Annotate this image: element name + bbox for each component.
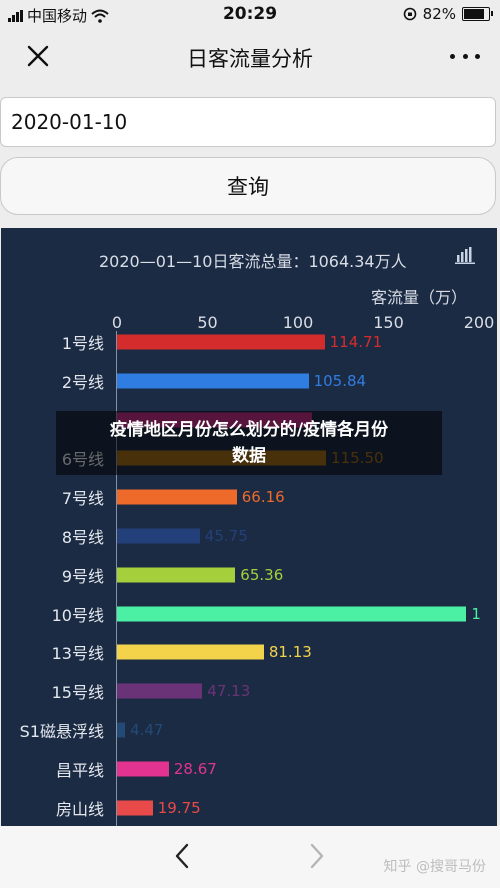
page-title: 日客流量分析 xyxy=(187,47,313,71)
more-icon[interactable] xyxy=(450,54,480,59)
x-tick-label: 0 xyxy=(111,313,123,332)
value-label: 19.75 xyxy=(157,798,201,817)
overlay-caption-line1: 疫情地区月份怎么划分的/疫情各月份 xyxy=(109,420,389,440)
value-label: 47.13 xyxy=(207,682,251,701)
back-arrow-icon[interactable] xyxy=(172,842,192,870)
x-tick-label: 50 xyxy=(197,313,218,332)
value-label: 114.71 xyxy=(329,333,383,351)
category-label: 7号线 xyxy=(61,489,104,509)
battery-fill xyxy=(464,9,484,19)
category-label: S1磁悬浮线 xyxy=(19,722,104,741)
bar[interactable] xyxy=(117,373,309,389)
value-label: 1 xyxy=(471,604,481,623)
category-label: 9号线 xyxy=(61,566,104,586)
bar[interactable] xyxy=(117,567,236,583)
x-tick-label: 100 xyxy=(282,313,314,332)
category-label: 13号线 xyxy=(51,644,104,664)
status-right: 82% xyxy=(403,5,493,23)
bar[interactable] xyxy=(117,683,203,699)
category-label: 2号线 xyxy=(61,372,104,392)
watermark: 知乎 @搜哥马份 xyxy=(383,859,486,875)
query-button[interactable]: 查询 xyxy=(0,157,496,215)
rotation-lock-icon xyxy=(403,7,416,21)
x-tick-label: 150 xyxy=(373,313,404,332)
date-input[interactable] xyxy=(0,97,496,147)
overlay-caption-line2: 数据 xyxy=(232,446,266,466)
bar-chart-icon[interactable] xyxy=(455,246,475,264)
category-label: 1号线 xyxy=(61,334,104,353)
value-label: 81.13 xyxy=(268,643,312,662)
value-label: 45.75 xyxy=(204,527,248,545)
category-label: 昌平线 xyxy=(55,760,104,780)
x-tick-label: 200 xyxy=(463,313,495,332)
bar[interactable] xyxy=(117,489,237,505)
value-label: 28.67 xyxy=(173,759,217,778)
category-label: 房山线 xyxy=(55,799,104,819)
value-label: 4.47 xyxy=(130,721,164,739)
status-bar: 中国移动 20:29 82% xyxy=(0,0,500,30)
category-label: 10号线 xyxy=(51,605,104,625)
nav-bar: 日客流量分析 xyxy=(0,30,500,84)
forward-arrow-icon[interactable] xyxy=(307,842,327,870)
overlay-caption: 疫情地区月份怎么划分的/疫情各月份 数据 xyxy=(56,411,442,475)
bar[interactable] xyxy=(117,528,200,544)
value-label: 66.16 xyxy=(241,488,285,507)
chart-title: 2020—01—10日客流总量：1064.34万人 xyxy=(99,252,407,271)
bar[interactable] xyxy=(117,606,467,622)
bottom-nav-bar: 知乎 @搜哥马份 xyxy=(0,826,500,888)
battery-percent: 82% xyxy=(422,5,456,23)
bar[interactable] xyxy=(117,761,169,777)
x-axis-label: 客流量（万） xyxy=(371,288,468,307)
bar[interactable] xyxy=(117,800,153,816)
category-label: 15号线 xyxy=(51,683,104,703)
value-label: 105.84 xyxy=(313,371,367,390)
bar[interactable] xyxy=(117,644,264,660)
category-label: 8号线 xyxy=(61,528,104,547)
value-label: 65.36 xyxy=(240,565,284,584)
passenger-flow-chart: 2020—01—10日客流总量：1064.34万人 客流量（万） 0 50 100 1… xyxy=(1,228,497,826)
bar[interactable] xyxy=(117,334,325,350)
battery-icon xyxy=(462,7,493,21)
bar[interactable] xyxy=(117,722,126,738)
